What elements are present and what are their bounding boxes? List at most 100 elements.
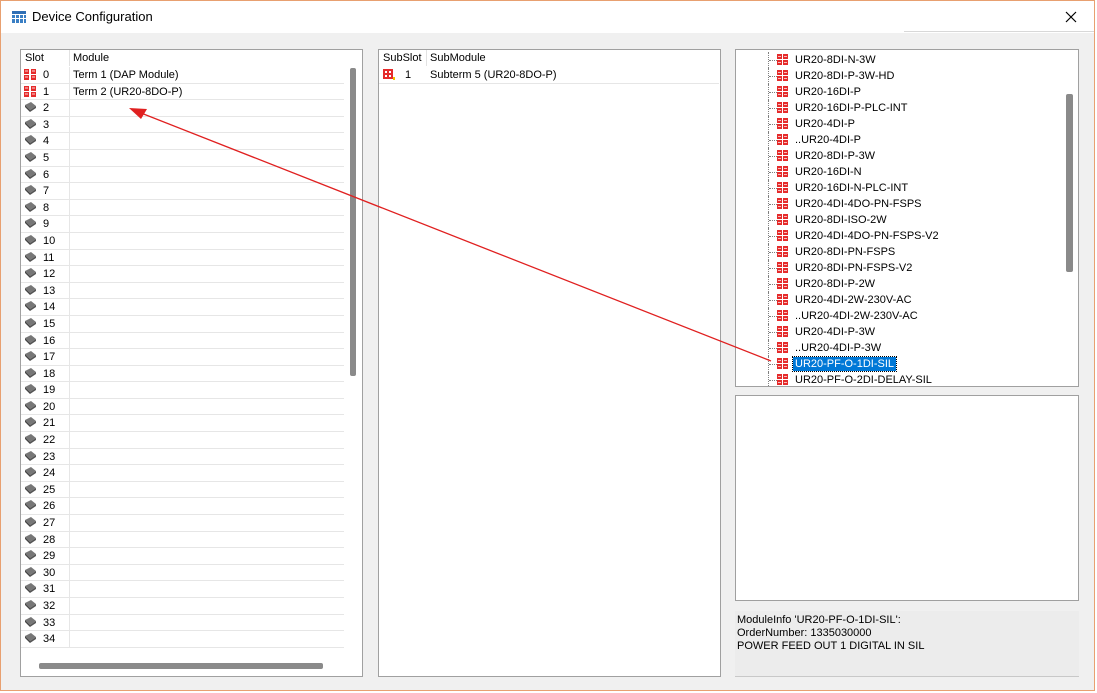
slot-row[interactable]: 19 [21,382,344,399]
tree-item[interactable]: UR20-8DI-ISO-2W [736,212,1056,228]
tree-connector [769,252,777,254]
slot-row[interactable]: 21 [21,415,344,433]
slot-number: 4 [43,135,50,148]
tree-item[interactable]: UR20-16DI-N-PLC-INT [736,180,1056,196]
slot-row[interactable]: 32 [21,598,344,615]
slot-module-grid[interactable]: Slot Module 0 Term 1 (DAP Module) 1 Term 2 … [20,49,363,677]
tree-item[interactable]: UR20-4DI-P [736,116,1056,132]
tree-connector [769,332,777,334]
module-catalog-tree[interactable]: UR20-8DI-N-3W UR20-8DI-P-3W-HD UR20-16DI-P… [735,49,1079,387]
slot-row[interactable]: 17 [21,349,344,366]
tree-item[interactable]: UR20-PF-O-2DI-DELAY-SIL [736,372,1056,386]
slot-horizontal-scrollbar[interactable] [39,663,323,669]
tree-vertical-scrollbar[interactable] [1066,94,1073,272]
slot-number: 2 [43,102,50,115]
empty-slot-icon [25,417,36,428]
slot-row[interactable]: 27 [21,515,344,532]
tree-item[interactable]: ..UR20-4DI-P [736,132,1056,148]
tree-connector [769,220,777,222]
device-configuration-window: Device Configuration Slot Module 0 Term 1… [0,0,1095,691]
tree-item[interactable]: UR20-16DI-P [736,84,1056,100]
tree-item[interactable]: UR20-8DI-P-3W [736,148,1056,164]
slot-vertical-scrollbar[interactable] [350,68,356,376]
empty-slot-icon [25,301,36,312]
tree-item[interactable]: UR20-8DI-PN-FSPS [736,244,1056,260]
slot-row[interactable]: 24 [21,465,344,482]
empty-slot-icon [25,467,36,478]
slot-row[interactable]: 23 [21,448,344,466]
slot-row[interactable]: 8 [21,199,344,217]
slot-row[interactable]: 15 [21,315,344,333]
slot-column-header[interactable]: Slot [25,52,44,64]
slot-row[interactable]: 6 [21,166,344,184]
column-divider[interactable] [426,50,427,66]
tree-item[interactable]: ..UR20-4DI-P-3W [736,340,1056,356]
slot-row[interactable]: 25 [21,481,344,499]
tree-item[interactable]: UR20-8DI-PN-FSPS-V2 [736,260,1056,276]
slot-row[interactable]: 13 [21,282,344,300]
tree-item[interactable]: ..UR20-4DI-2W-230V-AC [736,308,1056,324]
tree-item[interactable]: UR20-16DI-P-PLC-INT [736,100,1056,116]
empty-slot-icon [25,201,36,212]
empty-slot-icon [25,268,36,279]
tree-item[interactable]: UR20-16DI-N [736,164,1056,180]
slot-row[interactable]: 3 [21,116,344,134]
slot-row[interactable]: 20 [21,398,344,416]
slot-number: 34 [43,633,56,646]
tree-item[interactable]: UR20-4DI-4DO-PN-FSPS-V2 [736,228,1056,244]
slot-number: 7 [43,185,50,198]
tree-item[interactable]: UR20-8DI-P-2W [736,276,1056,292]
cell-divider [69,166,70,183]
slot-row[interactable]: 31 [21,581,344,598]
slot-row[interactable]: 12 [21,266,344,283]
module-icon [777,374,788,385]
cell-divider [69,183,70,199]
slot-row[interactable]: 14 [21,299,344,316]
tree-connector [769,124,777,126]
slot-row[interactable]: 28 [21,531,344,549]
slot-row[interactable]: 0 Term 1 (DAP Module) [21,67,344,84]
slot-row[interactable]: 7 [21,183,344,200]
slot-row[interactable]: 30 [21,564,344,582]
slot-row[interactable]: 5 [21,149,344,167]
tree-item[interactable]: UR20-8DI-P-3W-HD [736,68,1056,84]
slot-row[interactable]: 22 [21,432,344,449]
slot-row[interactable]: 11 [21,249,344,267]
slot-number: 1 [43,85,50,98]
slot-row[interactable]: 26 [21,498,344,516]
empty-slot-icon [25,135,36,146]
slot-row[interactable]: 9 [21,216,344,233]
tree-item-label: UR20-8DI-P-3W [795,150,876,162]
slot-row[interactable]: 34 [21,631,344,648]
slot-row[interactable]: 29 [21,548,344,565]
tree-item[interactable]: UR20-4DI-4DO-PN-FSPS [736,196,1056,212]
slot-row[interactable]: 4 [21,133,344,150]
close-button[interactable] [1048,1,1094,32]
slot-number: 29 [43,550,56,563]
subslot-column-header[interactable]: SubSlot [383,52,422,64]
empty-slot-icon [25,450,36,461]
module-icon [777,182,788,193]
slot-row[interactable]: 33 [21,614,344,632]
subslot-row[interactable]: 1 Subterm 5 (UR20-8DO-P) [379,67,719,84]
empty-slot-icon [25,168,36,179]
tree-item[interactable]: UR20-4DI-P-3W [736,324,1056,340]
empty-slot-icon [25,367,36,378]
slot-row[interactable]: 16 [21,332,344,350]
slot-row[interactable]: 10 [21,232,344,250]
cell-divider [69,382,70,398]
column-divider[interactable] [69,50,70,66]
empty-slot-icon [25,517,36,528]
slot-row[interactable]: 18 [21,365,344,383]
tree-item[interactable]: UR20-8DI-N-3W [736,52,1056,68]
slot-row[interactable]: 2 [21,100,344,117]
submodule-column-header[interactable]: SubModule [430,52,486,64]
subslot-submodule-grid[interactable]: SubSlot SubModule 1 Subterm 5 (UR20-8DO-P… [378,49,721,677]
module-icon [777,278,788,289]
empty-slot-icon [25,218,36,229]
module-column-header[interactable]: Module [73,52,109,64]
tree-item[interactable]: UR20-4DI-2W-230V-AC [736,292,1056,308]
slot-row[interactable]: 1 Term 2 (UR20-8DO-P) [21,83,344,101]
cell-divider [69,531,70,548]
tree-item[interactable]: UR20-PF-O-1DI-SIL [736,356,1056,372]
